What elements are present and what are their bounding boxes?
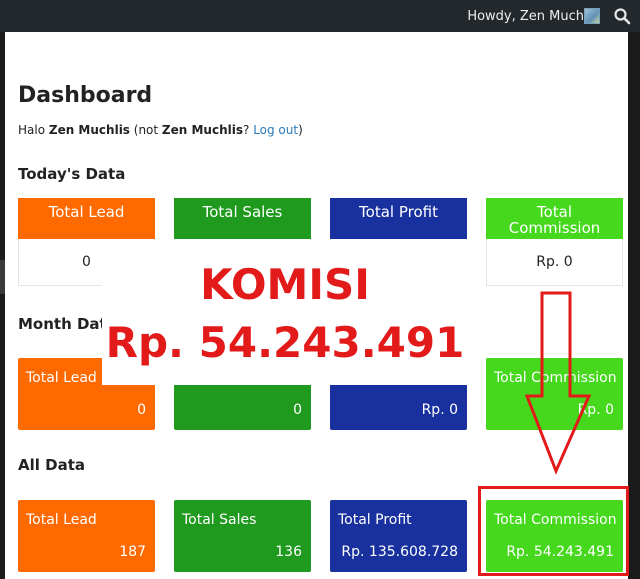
halo-prefix: Halo [18, 123, 49, 137]
howdy-greeting[interactable]: Howdy, Zen Muchlis [467, 9, 598, 24]
tile-label: Total Profit [338, 512, 412, 528]
card-label: Total Sales [202, 203, 283, 221]
card-label: Total Lead [48, 203, 125, 221]
tile-label: Total Lead [26, 370, 97, 386]
all-tile-total-lead: Total Lead 187 [18, 500, 155, 572]
section-heading-today: Today's Data [18, 165, 126, 183]
admin-bar: Howdy, Zen Muchlis [0, 0, 640, 32]
search-icon[interactable] [613, 7, 631, 25]
page-title: Dashboard [18, 83, 153, 108]
commission-highlight-box [478, 486, 629, 576]
not-prefix: (not [129, 123, 162, 137]
card-value: Rp. 0 [486, 239, 623, 286]
card-label: Total Profit [359, 203, 438, 221]
callout-title: KOMISI [200, 260, 370, 309]
tile-value: 0 [137, 402, 146, 418]
commission-callout: KOMISI Rp. 54.243.491 [102, 240, 468, 385]
card-header: Total Sales [174, 198, 311, 239]
right-frame [628, 32, 640, 579]
tile-value: 0 [293, 402, 302, 418]
logout-link[interactable]: Log out [253, 123, 298, 137]
greeting-line: Halo Zen Muchlis (not Zen Muchlis? Log o… [18, 123, 303, 137]
all-tile-total-sales: Total Sales 136 [174, 500, 311, 572]
all-tile-total-profit: Total Profit Rp. 135.608.728 [330, 500, 467, 572]
tile-label: Total Sales [182, 512, 257, 528]
question-mark: ? [243, 123, 254, 137]
not-user-name: Zen Muchlis [161, 123, 243, 137]
callout-amount: Rp. 54.243.491 [105, 318, 465, 367]
user-avatar[interactable] [584, 8, 600, 24]
card-header: Total Lead [18, 198, 155, 239]
today-card-total-commission: Total Commission Rp. 0 [486, 198, 623, 286]
tile-value: 187 [119, 544, 146, 560]
down-arrow-annotation-icon [525, 291, 592, 475]
card-label: Total Commission [508, 203, 601, 237]
card-header: Total Profit [330, 198, 467, 239]
card-header: Total Commission [486, 198, 623, 239]
tile-value: Rp. 0 [421, 402, 458, 418]
tile-label: Total Lead [26, 512, 97, 528]
tile-value: Rp. 135.608.728 [341, 544, 458, 560]
close-paren: ) [298, 123, 303, 137]
user-name: Zen Muchlis [48, 123, 130, 137]
section-heading-all: All Data [18, 456, 85, 474]
tile-value: 136 [275, 544, 302, 560]
